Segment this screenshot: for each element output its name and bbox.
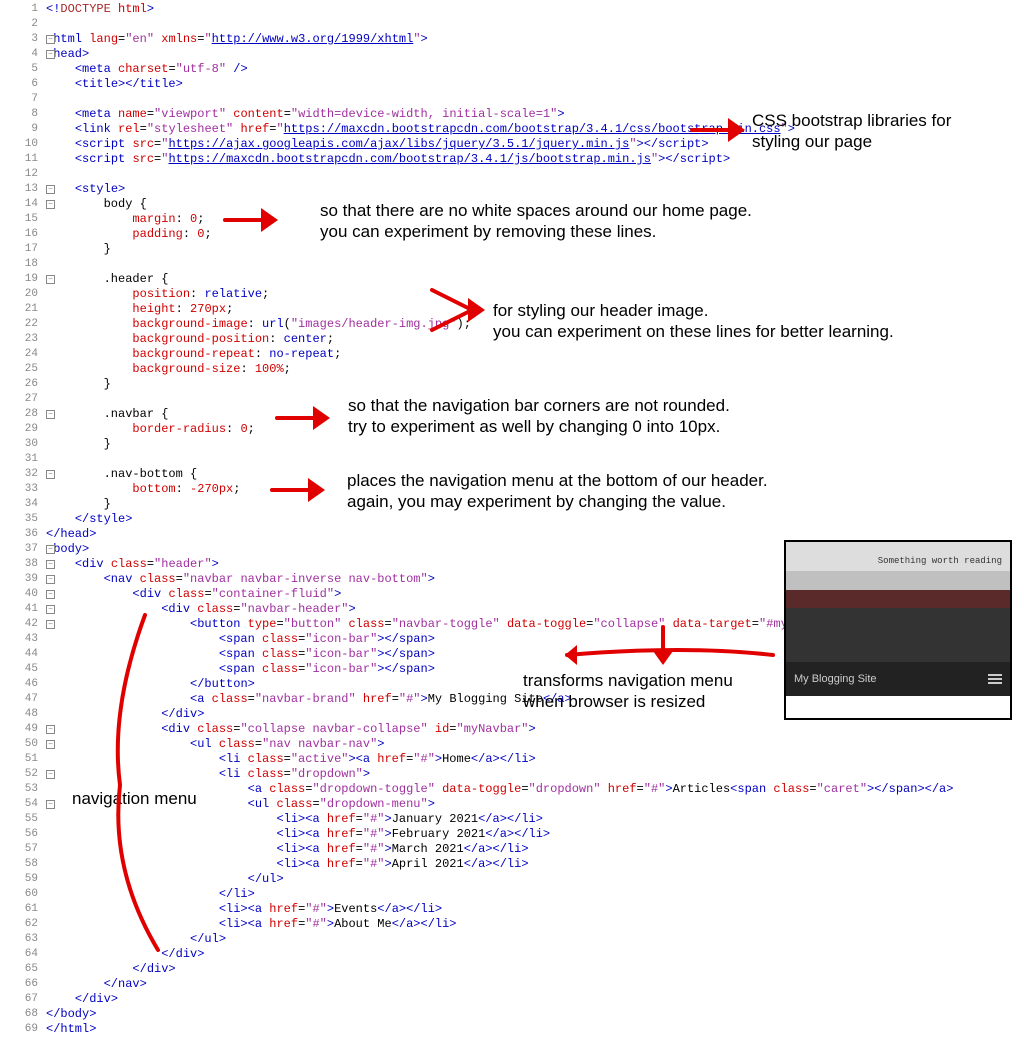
fold-toggle[interactable]: − — [46, 545, 55, 554]
annotation-header: for styling our header image.you can exp… — [493, 300, 894, 343]
preview-header-image: Something worth reading — [786, 542, 1010, 662]
fold-toggle[interactable]: − — [46, 470, 55, 479]
fold-toggle[interactable]: − — [46, 605, 55, 614]
fold-toggle[interactable]: − — [46, 200, 55, 209]
annotation-bootstrap: CSS bootstrap libraries forstyling our p… — [752, 110, 951, 153]
fold-toggle[interactable]: − — [46, 50, 55, 59]
fold-toggle[interactable]: − — [46, 575, 55, 584]
preview-navbar: My Blogging Site — [786, 662, 1010, 696]
fold-toggle[interactable]: − — [46, 770, 55, 779]
preview-brand: My Blogging Site — [794, 673, 877, 685]
code-area[interactable]: <!DOCTYPE html><html lang="en" xmlns="ht… — [46, 0, 1024, 1037]
preview-thumbnail: Something worth reading My Blogging Site — [784, 540, 1012, 720]
fold-toggle[interactable]: − — [46, 620, 55, 629]
fold-toggle[interactable]: − — [46, 560, 55, 569]
fold-toggle[interactable]: − — [46, 725, 55, 734]
preview-image-caption: Something worth reading — [878, 556, 1002, 566]
fold-toggle[interactable]: − — [46, 35, 55, 44]
code-editor: 1234567891011121314151617181920212223242… — [0, 0, 1024, 1037]
annotation-navbottom: places the navigation menu at the bottom… — [347, 470, 768, 513]
annotation-navbar: so that the navigation bar corners are n… — [348, 395, 730, 438]
fold-toggle[interactable]: − — [46, 275, 55, 284]
fold-toggle[interactable]: − — [46, 185, 55, 194]
fold-toggle[interactable]: − — [46, 590, 55, 599]
hamburger-icon[interactable] — [988, 674, 1002, 684]
fold-toggle[interactable]: − — [46, 740, 55, 749]
fold-toggle[interactable]: − — [46, 410, 55, 419]
line-number-gutter: 1234567891011121314151617181920212223242… — [0, 0, 46, 1037]
annotation-body: so that there are no white spaces around… — [320, 200, 752, 243]
annotation-transform: transforms navigation menuwhen browser i… — [523, 670, 733, 713]
annotation-navmenu: navigation menu — [72, 788, 197, 809]
fold-toggle[interactable]: − — [46, 800, 55, 809]
